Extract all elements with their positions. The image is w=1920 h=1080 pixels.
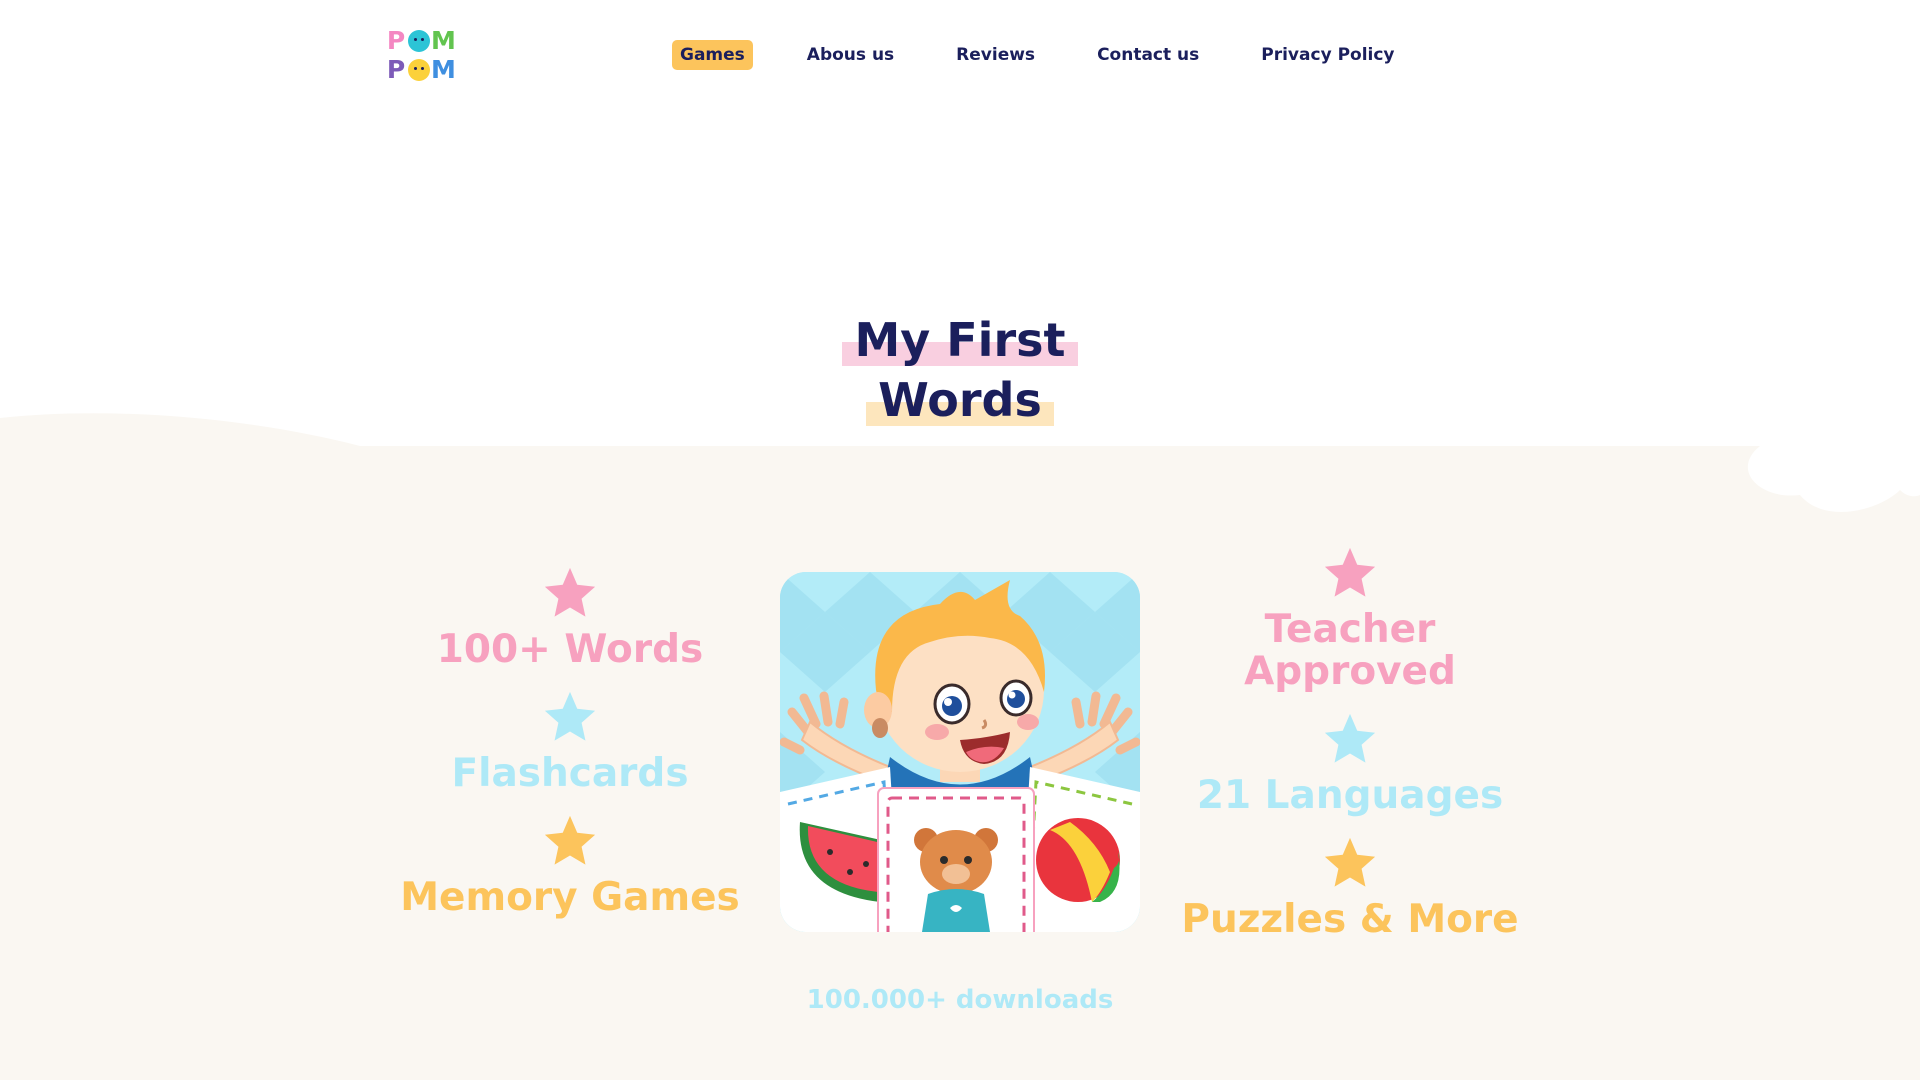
feature-puzzles: Puzzles & More bbox=[1140, 835, 1560, 959]
app-icon[interactable] bbox=[780, 572, 1140, 932]
logo[interactable]: PMPM bbox=[385, 26, 456, 84]
feature-languages: 21 Languages bbox=[1140, 711, 1560, 835]
nav-contact-us[interactable]: Contact us bbox=[1089, 40, 1207, 70]
kid-flashcards-illustration bbox=[780, 572, 1140, 932]
feature-flashcards: Flashcards bbox=[360, 689, 780, 813]
main-nav: Games Abous us Reviews Contact us Privac… bbox=[672, 40, 1449, 70]
feature-label: Flashcards bbox=[451, 751, 689, 796]
star-icon bbox=[544, 567, 596, 617]
logo-letter: P bbox=[386, 55, 406, 84]
logo-letter: M bbox=[431, 26, 456, 55]
logo-letter: M bbox=[431, 55, 456, 84]
logo-face-icon bbox=[408, 29, 430, 52]
star-icon bbox=[1324, 837, 1376, 887]
logo-face-icon bbox=[408, 58, 430, 81]
downloads-count: 100.000+ downloads bbox=[806, 985, 1114, 1015]
star-icon bbox=[1324, 713, 1376, 763]
star-icon bbox=[544, 815, 596, 865]
star-icon bbox=[1324, 547, 1376, 597]
hero-title: My First Words bbox=[760, 310, 1160, 430]
feature-words: 100+ Words bbox=[360, 565, 780, 689]
logo-row: PM bbox=[385, 55, 456, 84]
feature-teacher-approved: Teacher Approved bbox=[1140, 545, 1560, 711]
nav-reviews[interactable]: Reviews bbox=[948, 40, 1043, 70]
title-line-1: My First bbox=[842, 310, 1078, 370]
features-right: Teacher Approved 21 Languages Puzzles & … bbox=[1140, 545, 1560, 959]
star-icon bbox=[544, 691, 596, 741]
feature-label: Memory Games bbox=[400, 875, 740, 920]
feature-label: 21 Languages bbox=[1196, 773, 1504, 818]
feature-label: 100+ Words bbox=[436, 627, 704, 672]
features-left: 100+ Words Flashcards Memory Games bbox=[360, 565, 780, 937]
nav-about-us[interactable]: Abous us bbox=[799, 40, 902, 70]
feature-label: Teacher Approved bbox=[1244, 607, 1456, 694]
feature-label: Puzzles & More bbox=[1181, 897, 1519, 942]
nav-privacy-policy[interactable]: Privacy Policy bbox=[1253, 40, 1402, 70]
nav-games[interactable]: Games bbox=[672, 40, 753, 70]
feature-memory-games: Memory Games bbox=[360, 813, 780, 937]
logo-letter: P bbox=[386, 26, 406, 55]
title-line-2: Words bbox=[866, 370, 1054, 430]
logo-row: PM bbox=[385, 26, 456, 55]
